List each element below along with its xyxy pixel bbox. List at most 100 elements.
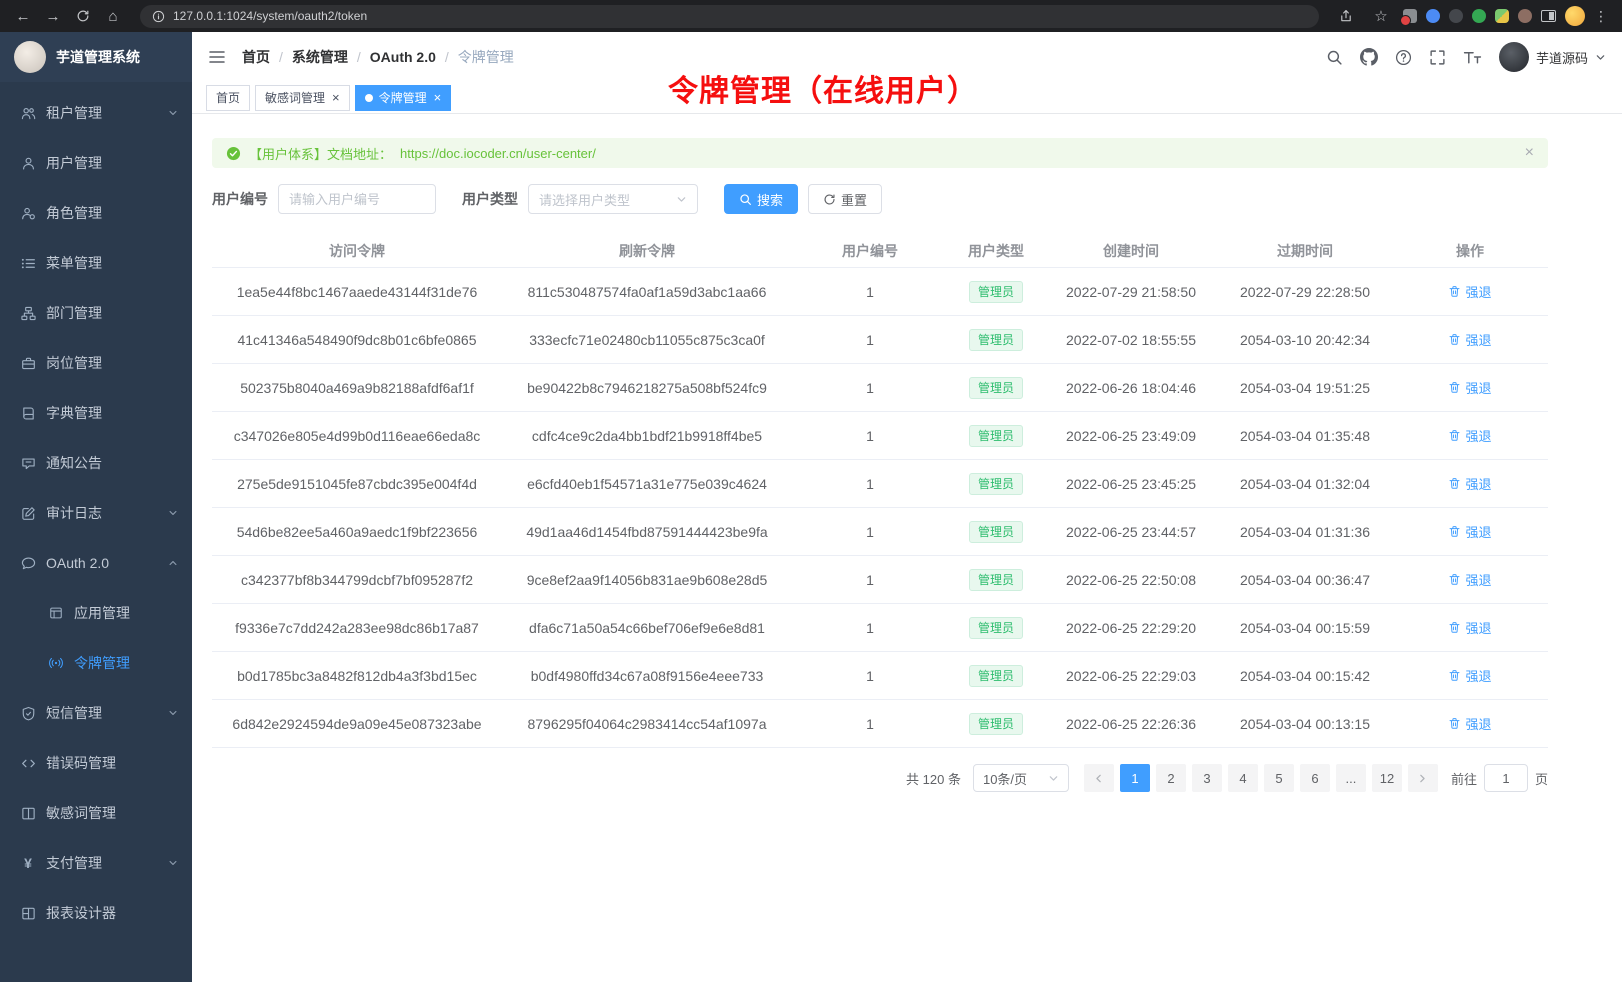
browser-menu-icon[interactable]: ⋮: [1594, 8, 1608, 25]
doc-link[interactable]: https://doc.iocoder.cn/user-center/: [400, 146, 596, 161]
sidebar-item-audit-log[interactable]: 审计日志: [0, 488, 192, 538]
sidebar-item-label: 部门管理: [46, 303, 102, 323]
close-icon[interactable]: ×: [332, 91, 340, 104]
extension-brown-icon[interactable]: [1518, 9, 1532, 23]
breadcrumb-system-management[interactable]: 系统管理: [292, 47, 348, 67]
sidebar-item-notice-announcement[interactable]: 通知公告: [0, 438, 192, 488]
force-logout-button[interactable]: 强退: [1448, 426, 1491, 445]
sidebar-item-role-management[interactable]: 角色管理: [0, 188, 192, 238]
force-logout-button[interactable]: 强退: [1448, 618, 1491, 637]
tab-sensitive-word-management[interactable]: 敏感词管理 ×: [255, 85, 350, 111]
sidebar-item-label: 短信管理: [46, 703, 102, 723]
table-row: 275e5de9151045fe87cbdc395e004f4d e6cfd40…: [212, 460, 1548, 508]
browser-home-button[interactable]: ⌂: [100, 4, 126, 28]
fullscreen-icon[interactable]: [1429, 49, 1446, 66]
font-size-icon[interactable]: [1463, 49, 1482, 66]
sidebar-item-label: 菜单管理: [46, 253, 102, 273]
pager-prev-button[interactable]: [1084, 764, 1114, 792]
sidebar-item-post-management[interactable]: 岗位管理: [0, 338, 192, 388]
sidebar-toggle-button[interactable]: [208, 49, 226, 65]
sidebar-item-payment-management[interactable]: ¥ 支付管理: [0, 838, 192, 888]
sidebar-item-error-code-management[interactable]: 错误码管理: [0, 738, 192, 788]
share-icon[interactable]: [1333, 4, 1359, 28]
breadcrumb-current: 令牌管理: [458, 47, 514, 67]
github-icon[interactable]: [1360, 48, 1378, 66]
browser-back-button[interactable]: ←: [10, 4, 36, 28]
sidebar-item-sms-management[interactable]: 短信管理: [0, 688, 192, 738]
sidebar-item-tenant-management[interactable]: 租户管理: [0, 88, 192, 138]
close-icon[interactable]: ×: [1525, 145, 1534, 161]
breadcrumb-oauth2[interactable]: OAuth 2.0: [370, 49, 436, 65]
search-icon[interactable]: [1326, 49, 1343, 66]
sidebar-item-label: 应用管理: [74, 603, 130, 623]
puzzle-extension-icon[interactable]: [1495, 9, 1509, 23]
sidebar-item-oauth2[interactable]: OAuth 2.0: [0, 538, 192, 588]
pager-page-button[interactable]: 1: [1120, 764, 1150, 792]
force-logout-button[interactable]: 强退: [1448, 282, 1491, 301]
pager-page-button[interactable]: 5: [1264, 764, 1294, 792]
user-id-input[interactable]: [278, 184, 436, 214]
reset-button[interactable]: 重置: [808, 184, 882, 214]
pager-page-button[interactable]: 3: [1192, 764, 1222, 792]
bookmark-star-icon[interactable]: ☆: [1368, 4, 1394, 28]
extension-blue-icon[interactable]: [1426, 9, 1440, 23]
user-type-cell: 管理员: [948, 316, 1044, 364]
search-button[interactable]: 搜索: [724, 184, 798, 214]
force-logout-button[interactable]: 强退: [1448, 378, 1491, 397]
pager-ellipsis[interactable]: ...: [1336, 764, 1366, 792]
user-id-cell: 1: [792, 652, 948, 700]
force-logout-button[interactable]: 强退: [1448, 666, 1491, 685]
breadcrumb-separator: /: [279, 49, 283, 65]
expire-time-cell: 2054-03-04 01:32:04: [1218, 460, 1392, 508]
tab-token-management[interactable]: 令牌管理 ×: [355, 85, 452, 111]
tab-label: 敏感词管理: [265, 89, 325, 106]
pager-page-button[interactable]: 4: [1228, 764, 1258, 792]
close-icon[interactable]: ×: [434, 91, 442, 104]
force-logout-button[interactable]: 强退: [1448, 474, 1491, 493]
browser-forward-button[interactable]: →: [40, 4, 66, 28]
pager-page-button[interactable]: 6: [1300, 764, 1330, 792]
help-icon[interactable]: [1395, 49, 1412, 66]
sidebar-item-dept-management[interactable]: 部门管理: [0, 288, 192, 338]
sidebar-item-menu-management[interactable]: 菜单管理: [0, 238, 192, 288]
pager-page-button[interactable]: 2: [1156, 764, 1186, 792]
tab-home[interactable]: 首页: [206, 85, 250, 111]
expire-time-cell: 2054-03-04 00:15:42: [1218, 652, 1392, 700]
split-view-icon[interactable]: [1541, 10, 1556, 22]
table-header-row: 访问令牌 刷新令牌 用户编号 用户类型 创建时间 过期时间 操作: [212, 234, 1548, 268]
user-menu[interactable]: 芋道源码: [1499, 42, 1606, 72]
app-logo[interactable]: 芋道管理系统: [0, 32, 192, 82]
sidebar-item-dict-management[interactable]: 字典管理: [0, 388, 192, 438]
pager-next-button[interactable]: [1408, 764, 1438, 792]
browser-profile-avatar[interactable]: [1565, 6, 1585, 26]
sidebar-item-user-management[interactable]: 用户管理: [0, 138, 192, 188]
pager-page-button[interactable]: 12: [1372, 764, 1402, 792]
sidebar-item-oauth2-app-management[interactable]: 应用管理: [0, 588, 192, 638]
force-logout-button[interactable]: 强退: [1448, 522, 1491, 541]
breadcrumb-home[interactable]: 首页: [242, 47, 270, 67]
refresh-token-cell: 49d1aa46d1454fbd87591444423be9fa: [502, 508, 792, 556]
sidebar-item-label: 支付管理: [46, 853, 102, 873]
url-bar[interactable]: 127.0.0.1:1024/system/oauth2/token: [140, 5, 1319, 28]
sidebar-item-report-designer[interactable]: 报表设计器: [0, 888, 192, 938]
main-area: 首页 / 系统管理 / OAuth 2.0 / 令牌管理: [192, 32, 1622, 982]
extension-dark-icon[interactable]: [1449, 9, 1463, 23]
oauth2-chat-icon: [20, 555, 36, 571]
force-logout-label: 强退: [1465, 426, 1491, 445]
extension-badged-icon[interactable]: [1403, 9, 1417, 23]
browser-reload-button[interactable]: [70, 4, 96, 28]
extension-green-icon[interactable]: [1472, 9, 1486, 23]
goto-page-input[interactable]: [1484, 764, 1528, 792]
user-type-label: 用户类型: [462, 189, 518, 209]
sidebar-item-oauth2-token-management[interactable]: 令牌管理: [0, 638, 192, 688]
column-header: 用户编号: [792, 234, 948, 268]
force-logout-button[interactable]: 强退: [1448, 330, 1491, 349]
force-logout-button[interactable]: 强退: [1448, 570, 1491, 589]
site-info-icon[interactable]: [152, 10, 165, 23]
user-icon: [20, 155, 36, 171]
sidebar: 芋道管理系统 租户管理 用户管理 角色管理: [0, 32, 192, 982]
user-type-select[interactable]: 请选择用户类型: [528, 184, 698, 214]
page-size-select[interactable]: 10条/页: [973, 764, 1069, 792]
force-logout-button[interactable]: 强退: [1448, 714, 1491, 733]
sidebar-item-sensitive-word-management[interactable]: 敏感词管理: [0, 788, 192, 838]
